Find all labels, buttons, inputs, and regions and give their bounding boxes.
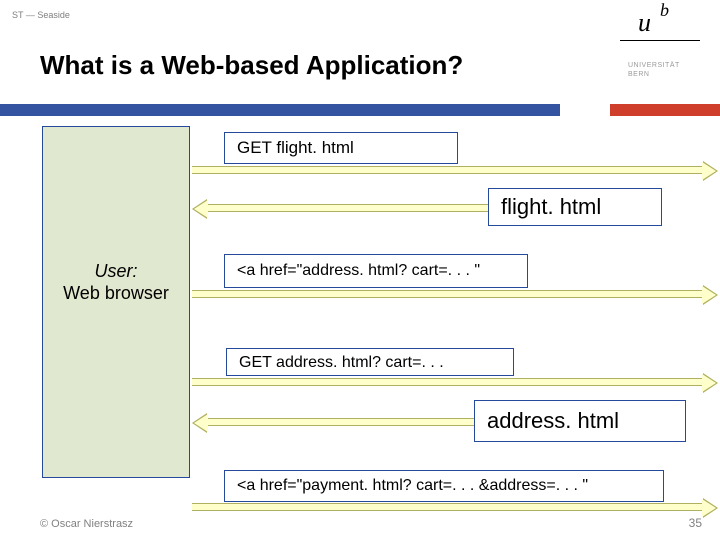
slide-root: ST — Seaside What is a Web-based Applica… <box>0 0 720 540</box>
msg-href-address: <a href="address. html? cart=. . . " <box>224 254 528 288</box>
logo-underline <box>620 40 700 41</box>
msg-text: GET flight. html <box>237 138 354 158</box>
logo-letter-b: b <box>660 0 669 21</box>
msg-flight-html: flight. html <box>488 188 662 226</box>
msg-text: <a href="payment. html? cart=. . . &addr… <box>237 477 588 495</box>
copyright-text: © Oscar Nierstrasz <box>40 518 133 530</box>
page-number: 35 <box>689 516 702 530</box>
logo-university-name: UNIVERSITÄT BERN <box>628 62 680 80</box>
logo-letter-u: u <box>638 8 651 38</box>
msg-text: GET address. html? cart=. . . <box>239 354 444 372</box>
msg-address-html: address. html <box>474 400 686 442</box>
logo-line1: UNIVERSITÄT <box>628 62 680 69</box>
msg-text: <a href="address. html? cart=. . . " <box>237 262 480 280</box>
logo-line2: BERN <box>628 71 649 78</box>
slide-title: What is a Web-based Application? <box>40 50 463 81</box>
course-tag: ST — Seaside <box>12 10 70 20</box>
msg-href-payment: <a href="payment. html? cart=. . . &addr… <box>224 470 664 502</box>
msg-text: address. html <box>487 408 619 434</box>
arrow-href-payment <box>192 503 702 511</box>
msg-get-flight: GET flight. html <box>224 132 458 164</box>
arrow-flight-response <box>208 204 488 212</box>
arrow-address-response <box>208 418 474 426</box>
user-label-role: User: <box>43 261 189 282</box>
user-actor-box: User: Web browser <box>42 126 190 478</box>
msg-get-address: GET address. html? cart=. . . <box>226 348 514 376</box>
msg-text: flight. html <box>501 194 601 220</box>
title-underline <box>0 104 560 116</box>
arrow-href-address <box>192 290 702 298</box>
arrow-get-address <box>192 378 702 386</box>
arrow-get-flight <box>192 166 702 174</box>
user-label-browser: Web browser <box>43 283 189 304</box>
